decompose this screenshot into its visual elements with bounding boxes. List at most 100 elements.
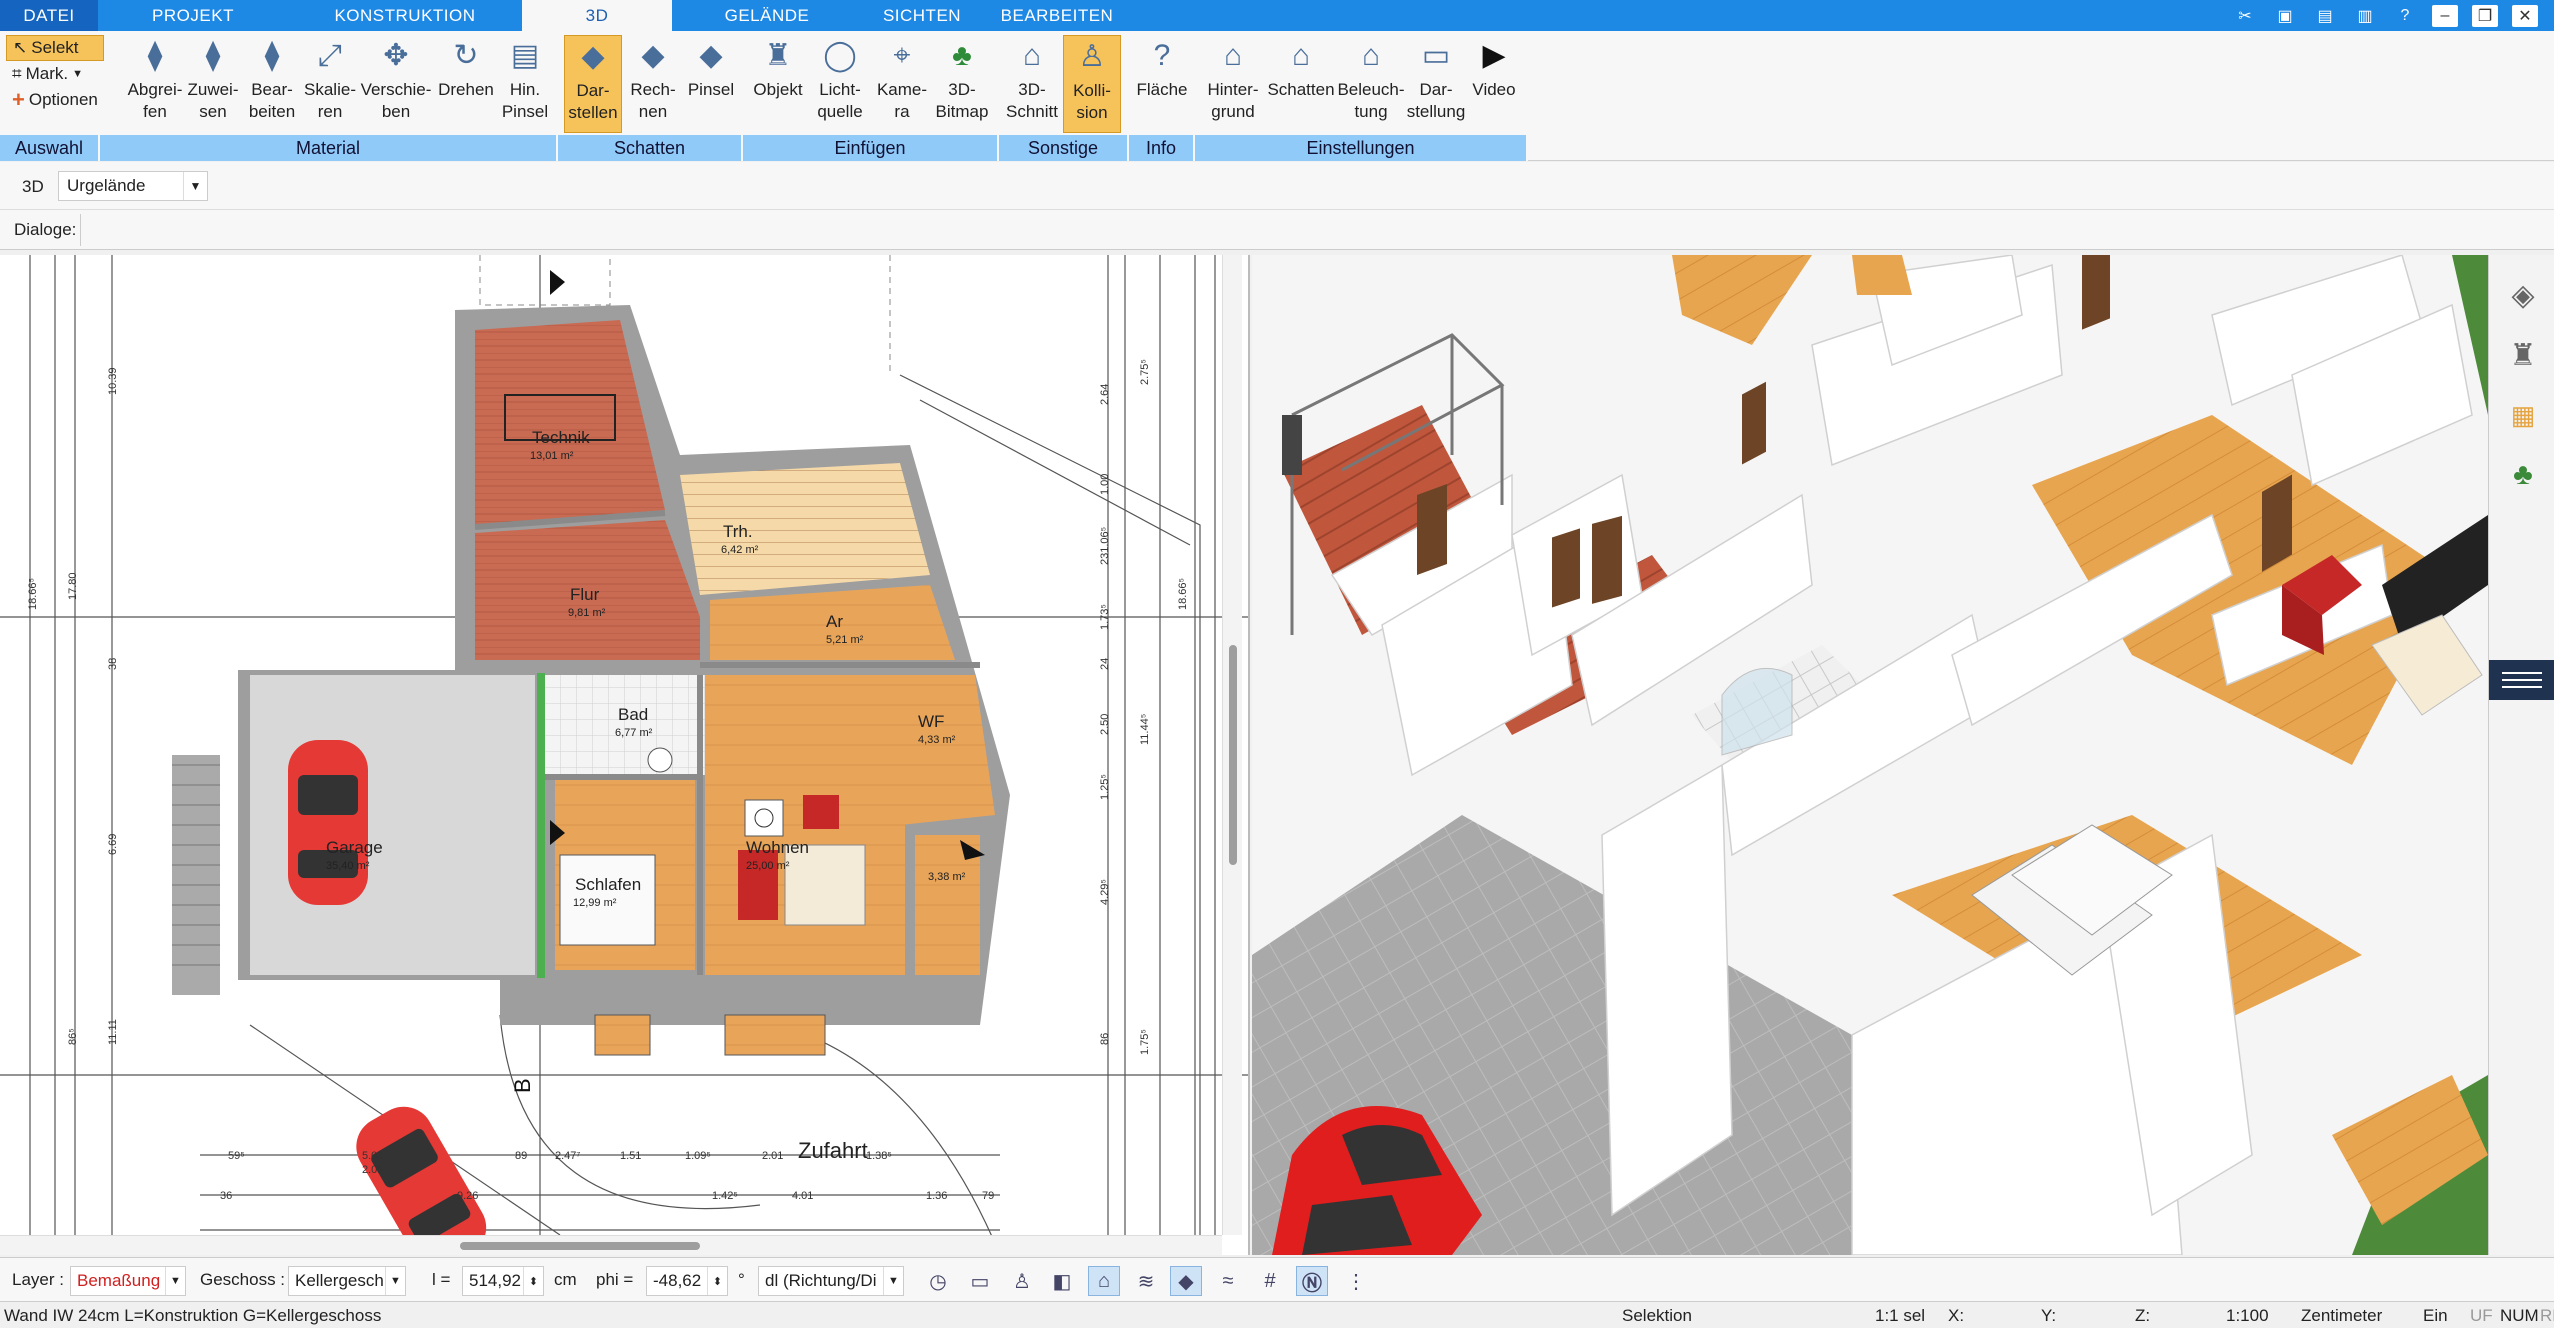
tree-icon: ♣	[952, 39, 972, 72]
room-technik-name: Technik	[532, 428, 590, 447]
tab-3d[interactable]: 3D	[522, 0, 672, 31]
help-icon[interactable]: ?	[2392, 5, 2418, 27]
dialoge-bar: Dialoge:	[0, 210, 2554, 250]
dl-dropdown[interactable]: dl (Richtung/Di ▼	[758, 1266, 904, 1296]
layout-icon[interactable]: ▥	[2352, 5, 2378, 27]
bearbeiten-button[interactable]: ⧫ Bear- beiten	[243, 35, 301, 133]
abgreifen-button[interactable]: ⧫ Abgrei- fen	[126, 35, 184, 133]
dim-right-10: 86	[1099, 1033, 1111, 1045]
beleuchtung-button[interactable]: ⌂ Beleuch- tung	[1335, 35, 1407, 133]
plan-horizontal-scroll-thumb[interactable]	[460, 1242, 700, 1250]
assign-icon: ⧫	[205, 39, 221, 72]
tab-gelaende[interactable]: GELÄNDE	[672, 0, 862, 31]
skalieren-button[interactable]: ⤢ Skalie- ren	[301, 35, 359, 133]
tools-icon[interactable]: ✂	[2232, 5, 2258, 27]
layer-dropdown[interactable]: Bemaßung ▼	[70, 1266, 186, 1296]
verschieben-button[interactable]: ✥ Verschie- ben	[360, 35, 432, 133]
mark-button[interactable]: ⌗ Mark. ▼	[6, 61, 104, 87]
dim-bottom2-3: 1.36	[926, 1190, 947, 1202]
optionen-label: Optionen	[28, 90, 98, 109]
view-3d[interactable]	[1252, 255, 2488, 1255]
tab-sichten[interactable]: SICHTEN	[862, 0, 982, 31]
clock-icon[interactable]: ◷	[922, 1266, 954, 1296]
phi-input[interactable]: -48,62 ⬍	[646, 1266, 728, 1296]
hin-pinsel-button[interactable]: ▤ Hin. Pinsel	[496, 35, 554, 133]
grid-icon[interactable]: #	[1254, 1266, 1286, 1296]
walk-icon[interactable]: ♙	[1006, 1266, 1038, 1296]
stepper-icon[interactable]: ⬍	[707, 1267, 727, 1295]
wave-icon[interactable]: ≈	[1212, 1266, 1244, 1296]
plan-view-2d[interactable]: B Technik 13,01 m² Trh. 6,42 m² Flur 9,8…	[0, 255, 1250, 1255]
roof-icon[interactable]: ⌂	[1088, 1266, 1120, 1296]
edit-material-icon: ⧫	[264, 39, 280, 72]
selekt-button[interactable]: ↖ Selekt	[6, 35, 104, 61]
dim-left-0: 10.39	[107, 367, 119, 395]
dim-bottom2-1: 9.26	[457, 1190, 478, 1202]
geschoss-dropdown-value: Kellergesch	[295, 1271, 384, 1290]
rechnen-button[interactable]: ◆ Rech- nen	[624, 35, 682, 133]
tab-projekt[interactable]: PROJEKT	[98, 0, 288, 31]
monitor-sun-icon[interactable]: ▭	[964, 1266, 996, 1296]
group-label-info: Info	[1129, 135, 1195, 161]
selekt-label: Selekt	[31, 38, 79, 57]
group-schatten: ◆ Dar- stellen ◆ Rech- nen ◆ Pinsel Schatte…	[558, 31, 743, 161]
car-garage-icon	[288, 740, 368, 905]
schatten-einstellung-button[interactable]: ⌂ Schatten	[1265, 35, 1337, 133]
3d-schnitt-button[interactable]: ⌂ 3D- Schnitt	[1003, 35, 1061, 133]
section-cut-icon: ⌂	[1022, 39, 1042, 72]
lichtquelle-button[interactable]: ◯ Licht- quelle	[807, 35, 873, 133]
plan-horizontal-scrollbar[interactable]	[0, 1235, 1222, 1255]
pinsel-button[interactable]: ◆ Pinsel	[682, 35, 740, 133]
close-icon[interactable]: ✕	[2512, 4, 2538, 27]
zuweisen-button[interactable]: ⧫ Zuwei- sen	[184, 35, 242, 133]
hin-pinsel-label: Hin. Pinsel	[501, 80, 549, 121]
layer-select[interactable]: Urgelände ▼	[58, 171, 208, 201]
furniture-icon[interactable]: ♜	[2503, 335, 2543, 375]
3d-bitmap-button[interactable]: ♣ 3D- Bitmap	[933, 35, 991, 133]
group-einfuegen: ♜ Objekt ◯ Licht- quelle ⌖ Kame- ra ♣ 3D- Bi…	[743, 31, 999, 161]
objekt-button[interactable]: ♜ Objekt	[749, 35, 807, 133]
plan-vertical-scroll-thumb[interactable]	[1229, 645, 1237, 865]
background-icon: ⌂	[1223, 39, 1243, 72]
flaeche-button[interactable]: ? Fläche	[1133, 35, 1191, 133]
more-icon[interactable]: ⋮	[1340, 1266, 1372, 1296]
save-icon[interactable]: ▤	[2312, 5, 2338, 27]
right-sidebar: ◈ ♜ ▦ ♣	[2488, 255, 2554, 1255]
dialoge-separator	[80, 214, 81, 246]
layers-icon[interactable]: ◈	[2503, 275, 2543, 315]
restore-icon[interactable]: ❐	[2472, 4, 2498, 27]
kamera-button[interactable]: ⌖ Kame- ra	[873, 35, 931, 133]
kollision-button[interactable]: ♙ Kolli- sion	[1063, 35, 1121, 133]
north-icon[interactable]: Ⓝ	[1296, 1266, 1328, 1296]
hintergrund-button[interactable]: ⌂ Hinter- grund	[1201, 35, 1265, 133]
folder-icon[interactable]: ▣	[2272, 5, 2298, 27]
plane-icon[interactable]: ◆	[1170, 1266, 1202, 1296]
darstellen-button[interactable]: ◆ Dar- stellen	[564, 35, 622, 133]
darstellung-button[interactable]: ▭ Dar- stellung	[1407, 35, 1466, 133]
darstellen-label: Dar- stellen	[568, 81, 618, 122]
dim-left-3: 6.69	[107, 834, 119, 855]
optionen-button[interactable]: + Optionen	[6, 87, 104, 113]
stepper-icon[interactable]: ⬍	[523, 1267, 543, 1295]
length-input[interactable]: 514,92 ⬍	[462, 1266, 544, 1296]
plan-vertical-scrollbar[interactable]	[1222, 255, 1242, 1235]
geschoss-dropdown[interactable]: Kellergesch ▼	[288, 1266, 406, 1296]
plants-icon[interactable]: ♣	[2503, 455, 2543, 495]
tab-bearbeiten[interactable]: BEARBEITEN	[982, 0, 1132, 31]
tab-konstruktion[interactable]: KONSTRUKTION	[288, 0, 522, 31]
tab-datei[interactable]: DATEI	[0, 0, 98, 31]
view-toolbar: 3D Urgelände ▼	[0, 162, 2554, 210]
scale-icon: ⤢	[318, 39, 342, 72]
minimize-icon[interactable]: –	[2432, 4, 2458, 27]
hamburger-menu-icon[interactable]	[2489, 660, 2554, 700]
materials-icon[interactable]: ▦	[2503, 395, 2543, 435]
dim-right-4: 1.73⁵	[1099, 604, 1111, 630]
video-button[interactable]: ▶ Video	[1465, 35, 1523, 133]
layers-stack-icon[interactable]: ≋	[1130, 1266, 1162, 1296]
length-unit: cm	[554, 1270, 577, 1289]
room-schlafen-area: 12,99 m²	[573, 897, 617, 909]
drehen-button[interactable]: ↻ Drehen	[434, 35, 498, 133]
auswahl-buttons: ↖ Selekt ⌗ Mark. ▼ + Optionen	[6, 35, 104, 113]
cube-view-icon[interactable]: ◧	[1046, 1266, 1078, 1296]
play-icon: ▶	[1482, 39, 1506, 72]
